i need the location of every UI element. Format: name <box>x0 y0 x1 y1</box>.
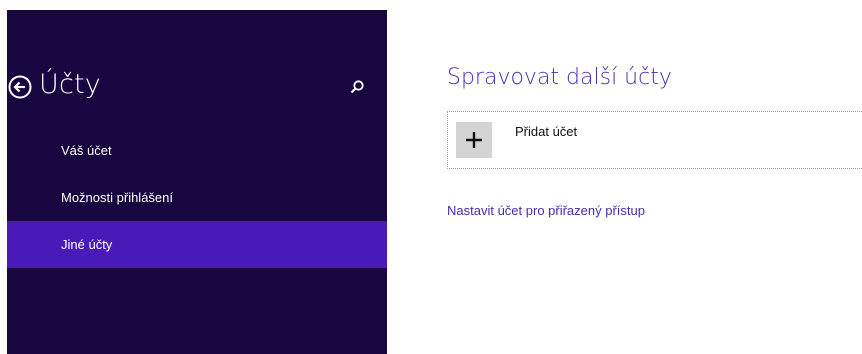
sidebar-item-label: Možnosti přihlášení <box>61 190 173 205</box>
sidebar-item-label: Váš účet <box>61 143 112 158</box>
sidebar-title: Účty <box>39 69 101 100</box>
add-account-button[interactable]: Přidat účet <box>447 111 862 169</box>
add-account-tile <box>456 122 492 158</box>
page-title: Spravovat další účty <box>447 65 672 90</box>
sidebar-item-your-account[interactable]: Váš účet <box>7 127 387 174</box>
settings-window: Účty Váš účet Možnosti přihlášení Jiné ú… <box>0 0 862 354</box>
search-icon[interactable] <box>349 79 365 95</box>
sidebar-item-label: Jiné účty <box>61 237 113 252</box>
add-account-label: Přidat účet <box>515 124 578 139</box>
plus-icon <box>466 132 482 148</box>
sidebar-item-sign-in-options[interactable]: Možnosti přihlášení <box>7 174 387 221</box>
sidebar-item-other-accounts[interactable]: Jiné účty <box>7 221 387 268</box>
assigned-access-link[interactable]: Nastavit účet pro přiřazený přístup <box>447 203 645 218</box>
sidebar-nav: Váš účet Možnosti přihlášení Jiné účty <box>7 127 387 268</box>
sidebar: Účty Váš účet Možnosti přihlášení Jiné ú… <box>7 10 387 354</box>
back-arrow-circle-icon[interactable] <box>8 75 32 99</box>
sidebar-header: Účty <box>7 69 387 104</box>
